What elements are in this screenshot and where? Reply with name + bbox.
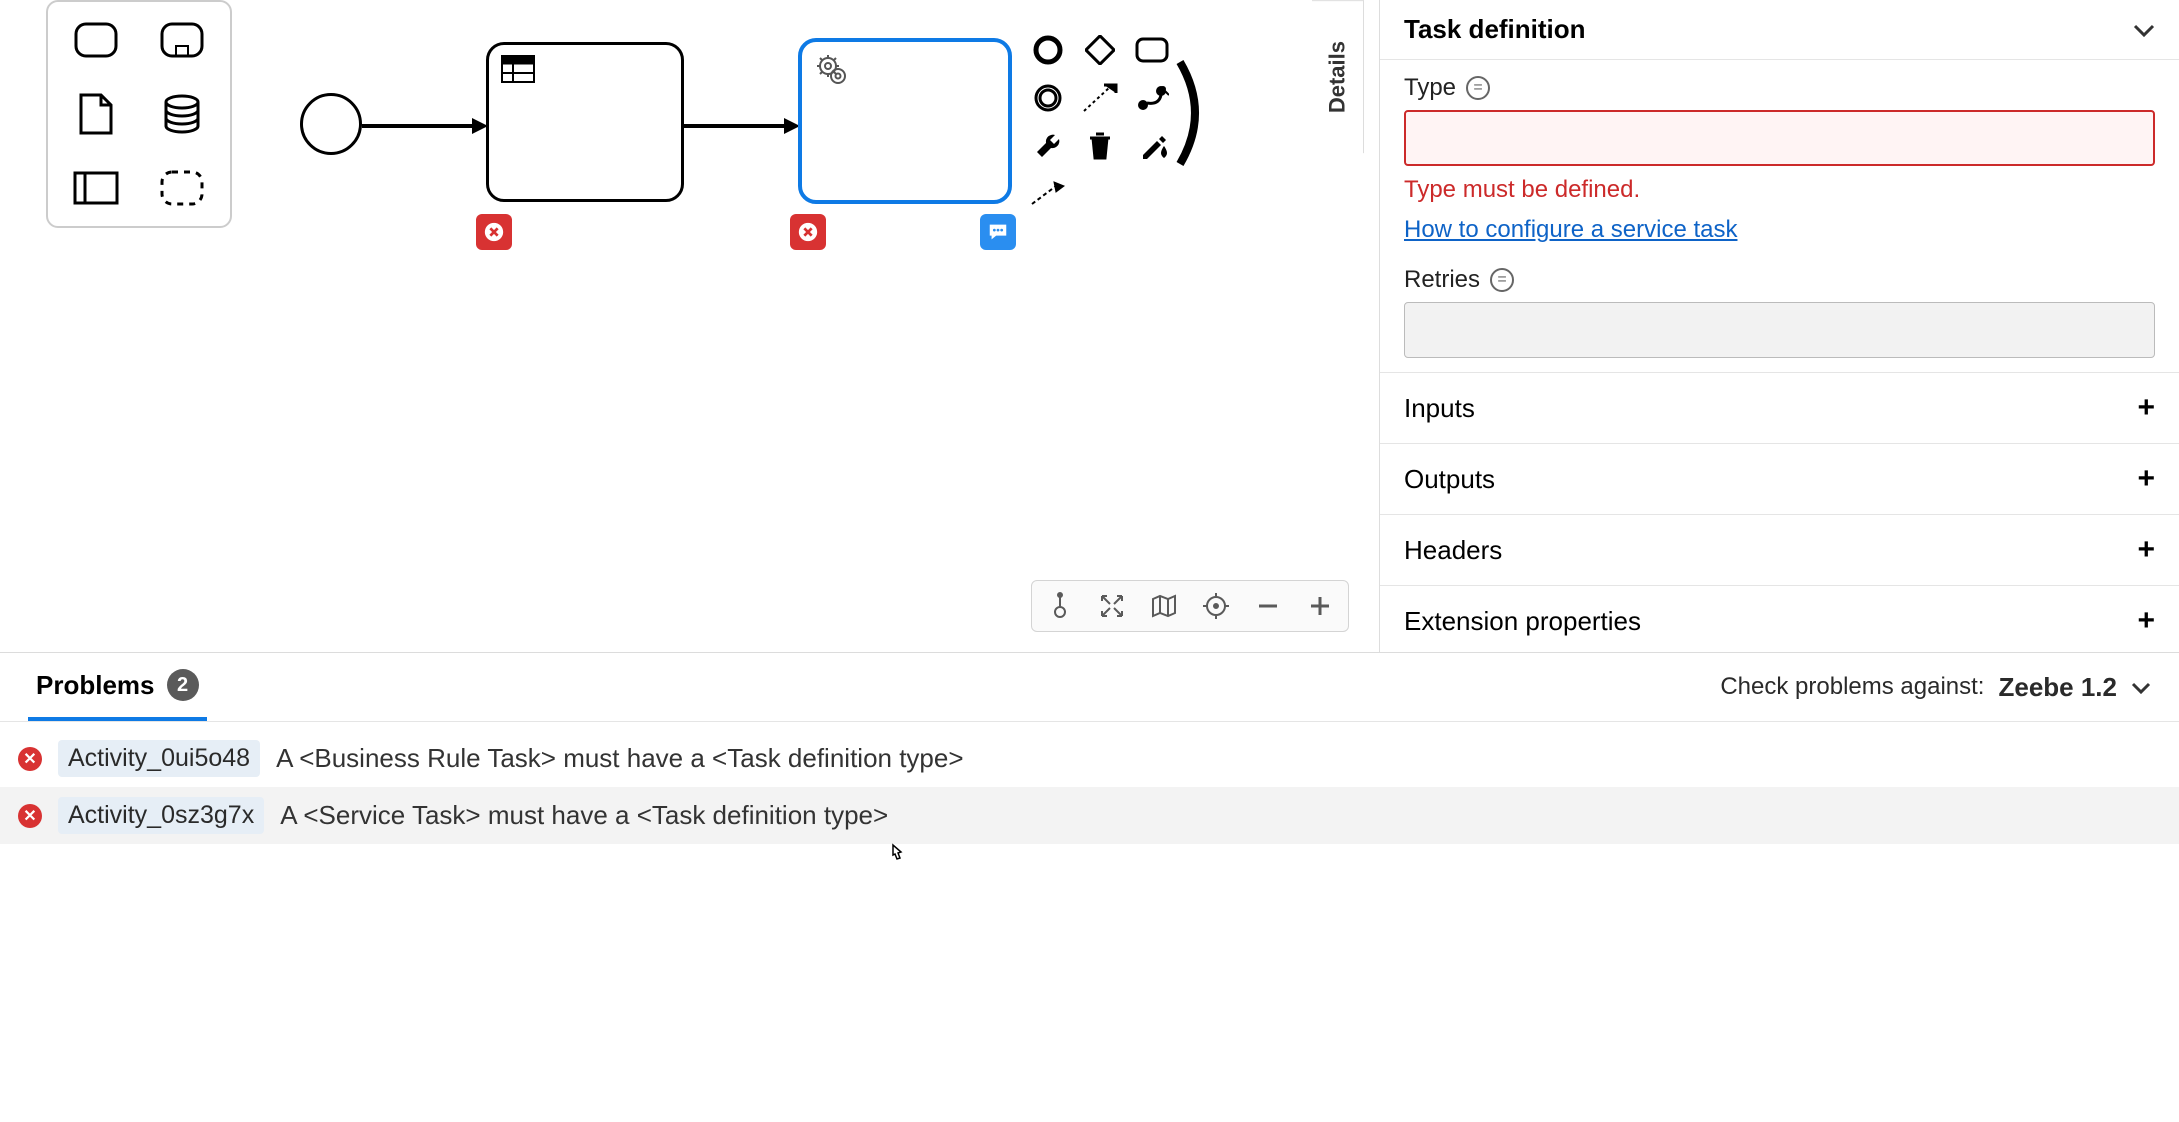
details-tab[interactable]: Details — [1312, 0, 1364, 153]
append-text-annotation-icon[interactable] — [1078, 76, 1122, 120]
context-pad — [1026, 28, 1174, 216]
problem-message: A <Service Task> must have a <Task defin… — [280, 800, 888, 831]
problem-row[interactable]: ✕ Activity_0sz3g7x A <Service Task> must… — [0, 787, 2179, 844]
append-task-icon[interactable] — [1130, 28, 1174, 72]
type-input[interactable] — [1404, 110, 2155, 166]
type-error-message: Type must be defined. — [1404, 176, 2155, 204]
problem-row[interactable]: ✕ Activity_0ui5o48 A <Business Rule Task… — [0, 730, 2179, 787]
chevron-down-icon — [2133, 14, 2155, 45]
wrench-icon[interactable] — [1026, 124, 1070, 168]
palette-data-store[interactable] — [142, 86, 222, 142]
sequence-flow-1[interactable] — [362, 118, 488, 138]
palette-group[interactable] — [142, 160, 222, 216]
fit-viewport-icon[interactable] — [1094, 588, 1130, 624]
palette-subprocess[interactable] — [142, 12, 222, 68]
reset-origin-icon[interactable] — [1042, 588, 1078, 624]
link-icon[interactable] — [1130, 76, 1174, 120]
zoom-bar — [1031, 580, 1349, 632]
business-rule-icon — [501, 55, 535, 88]
error-icon: ✕ — [18, 747, 42, 771]
trash-icon[interactable] — [1078, 124, 1122, 168]
palette-data-object[interactable] — [56, 86, 136, 142]
check-against-selector[interactable]: Check problems against: Zeebe 1.2 — [1720, 672, 2151, 703]
palette — [46, 0, 232, 228]
palette-pool[interactable] — [56, 160, 136, 216]
error-badge-task2[interactable] — [790, 214, 826, 250]
outputs-section[interactable]: Outputs+ — [1380, 443, 2179, 514]
problem-element-id: Activity_0ui5o48 — [58, 740, 260, 777]
zoom-in-icon[interactable] — [1302, 588, 1338, 624]
help-link[interactable]: How to configure a service task — [1404, 216, 1737, 244]
inputs-section[interactable]: Inputs+ — [1380, 372, 2179, 443]
feel-icon[interactable] — [1490, 268, 1514, 292]
chevron-down-icon — [2131, 673, 2151, 701]
start-event[interactable] — [300, 93, 362, 155]
type-label: Type — [1404, 74, 2155, 102]
problems-tab[interactable]: Problems 2 — [28, 653, 207, 721]
plus-icon: + — [2137, 391, 2155, 425]
plus-icon: + — [2137, 604, 2155, 638]
problems-panel: Problems 2 Check problems against: Zeebe… — [0, 652, 2179, 1122]
retries-label: Retries — [1404, 266, 2155, 294]
minimap-icon[interactable] — [1146, 588, 1182, 624]
sequence-flow-2[interactable] — [684, 118, 800, 138]
problem-element-id: Activity_0sz3g7x — [58, 797, 264, 834]
gear-icon — [814, 52, 850, 93]
center-icon[interactable] — [1198, 588, 1234, 624]
connect-icon[interactable] — [1026, 172, 1070, 216]
error-icon: ✕ — [18, 804, 42, 828]
properties-panel: Task definition Type Type must be define… — [1379, 0, 2179, 652]
comment-badge[interactable] — [980, 214, 1016, 250]
append-gateway-icon[interactable] — [1078, 28, 1122, 72]
business-rule-task[interactable] — [486, 42, 684, 202]
extension-properties-section[interactable]: Extension properties+ — [1380, 585, 2179, 652]
feel-icon[interactable] — [1466, 76, 1490, 100]
context-pad-expand-icon[interactable] — [1172, 58, 1212, 168]
append-end-event-icon[interactable] — [1026, 28, 1070, 72]
palette-task[interactable] — [56, 12, 136, 68]
color-icon[interactable] — [1130, 124, 1174, 168]
append-intermediate-event-icon[interactable] — [1026, 76, 1070, 120]
plus-icon: + — [2137, 462, 2155, 496]
diagram-canvas[interactable]: Details — [0, 0, 1379, 652]
zoom-out-icon[interactable] — [1250, 588, 1286, 624]
task-definition-section[interactable]: Task definition — [1380, 0, 2179, 60]
plus-icon: + — [2137, 533, 2155, 567]
service-task[interactable] — [798, 38, 1012, 204]
headers-section[interactable]: Headers+ — [1380, 514, 2179, 585]
section-title: Task definition — [1404, 14, 1586, 45]
problem-message: A <Business Rule Task> must have a <Task… — [276, 743, 963, 774]
problems-count-badge: 2 — [167, 669, 199, 701]
error-badge-task1[interactable] — [476, 214, 512, 250]
retries-input[interactable] — [1404, 302, 2155, 358]
